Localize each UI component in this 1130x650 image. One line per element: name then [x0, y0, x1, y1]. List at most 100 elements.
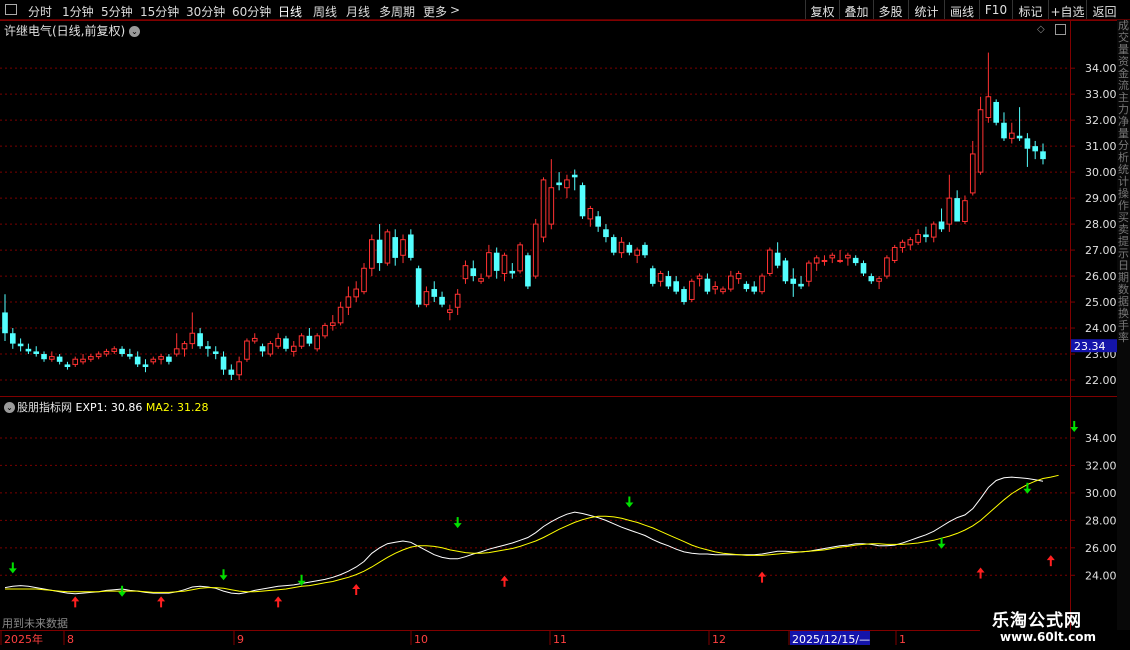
period-tab-10[interactable]: 更多 [423, 3, 447, 20]
candle-up [361, 267, 367, 293]
time-label: 10 [414, 633, 428, 646]
chart-canvas[interactable]: 22.00 23.00 24.00 25.00 26.00 27.00 28.00 29.00… [0, 0, 1130, 650]
candle-up [759, 275, 765, 293]
toolbar-button-1[interactable]: 叠加 [839, 0, 873, 19]
main-ytick-label: 25.00 [1085, 296, 1117, 309]
candle-down [1001, 122, 1007, 139]
main-ytick-label: 28.00 [1085, 218, 1117, 231]
sell-arrow-icon-head [625, 502, 634, 508]
candle-up [915, 233, 921, 243]
indicator-name: 股朋指标网 [17, 401, 72, 414]
time-label: 2025/12/15/— [792, 633, 870, 646]
period-tab-6[interactable]: 日线 [278, 3, 302, 20]
period-tab-8[interactable]: 月线 [346, 3, 370, 20]
candle-up [290, 345, 297, 352]
toolbar-button-6[interactable]: 标记 [1012, 0, 1048, 19]
candle-down [1032, 146, 1039, 152]
main-ytick-label: 24.00 [1085, 322, 1117, 335]
candle-down [259, 346, 266, 352]
main-ytick-label: 31.00 [1085, 140, 1117, 153]
period-tab-3[interactable]: 15分钟 [140, 3, 179, 20]
candle-down [993, 101, 999, 123]
period-tab-7[interactable]: 周线 [313, 3, 337, 20]
candle-up [767, 249, 773, 274]
sell-arrow-icon-head [453, 523, 462, 529]
candle-up [688, 280, 695, 300]
main-ytick-label: 22.00 [1085, 374, 1117, 387]
candle-up [80, 358, 86, 363]
main-panel-title[interactable]: 许继电气(日线,前复权) ⌄ [4, 22, 142, 39]
exp1-value: EXP1: 30.86 [75, 401, 143, 414]
candle-down [860, 263, 867, 274]
sell-arrow-icon-head [1070, 426, 1079, 432]
sell-arrow-icon [937, 537, 946, 549]
candle-up [930, 223, 937, 238]
sell-arrow-icon-head [1023, 488, 1032, 494]
candle-up [454, 293, 461, 308]
toolbar-button-8[interactable]: 返回 [1086, 0, 1122, 19]
candle-down [415, 268, 422, 305]
toolbar-button-7[interactable]: +自选 [1048, 0, 1086, 19]
panel-toggle-icon[interactable] [1055, 24, 1066, 35]
candle-down [649, 268, 656, 284]
candle-down [220, 356, 227, 370]
exp1-line [4, 476, 1044, 595]
chevron-down-icon[interactable]: ⌄ [129, 26, 141, 37]
buy-arrow-icon-head [976, 567, 985, 573]
ma2-value: MA2: 31.28 [145, 401, 209, 414]
candle-down [673, 281, 679, 292]
candle-up [462, 265, 469, 280]
sell-arrow-icon [118, 585, 127, 597]
candle-up [314, 335, 320, 350]
period-tab-2[interactable]: 5分钟 [101, 3, 133, 20]
buy-arrow-icon [1046, 555, 1055, 567]
candle-down [166, 356, 172, 362]
main-ytick-label: 33.00 [1085, 88, 1117, 101]
window-icon[interactable] [5, 4, 17, 15]
candle-down [790, 278, 797, 284]
candle-down [493, 252, 500, 271]
candle-up [103, 350, 110, 355]
toolbar-button-5[interactable]: F10 [979, 0, 1012, 19]
diamond-icon[interactable]: ◇ [1037, 24, 1045, 35]
buy-arrow-icon-head [500, 575, 509, 581]
candle-up [977, 109, 984, 173]
candle-down [64, 364, 71, 368]
buy-arrow-icon [758, 571, 767, 583]
period-tab-9[interactable]: 多周期 [379, 3, 415, 20]
period-tab-4[interactable]: 30分钟 [186, 3, 225, 20]
time-label: 11 [553, 633, 567, 646]
candle-up [88, 356, 94, 360]
indicator-title[interactable]: ⌄ 股朋指标网 EXP1: 30.86 MA2: 31.28 [4, 399, 209, 415]
candle-up [837, 259, 843, 262]
candle-up [486, 252, 492, 277]
buy-arrow-icon-head [1046, 555, 1055, 561]
current-price-tag-bg [1071, 339, 1117, 353]
candle-down [56, 356, 63, 362]
sell-arrow-icon [1023, 482, 1032, 494]
toolbar-button-2[interactable]: 多股 [873, 0, 907, 19]
toolbar-button-4[interactable]: 画线 [944, 0, 979, 19]
candle-up [322, 324, 328, 337]
main-ytick-label: 34.00 [1085, 62, 1117, 75]
period-toolbar: 分时 1分钟 5分钟 15分钟 30分钟 60分钟 日线 周线 月线 多周期 更多 > 复权 叠加 多股 统计… [0, 0, 1130, 20]
more-arrow-icon[interactable]: > [450, 3, 460, 17]
period-tab-5[interactable]: 60分钟 [232, 3, 271, 20]
candle-up [728, 275, 734, 290]
right-side-strip: 成交量资金流主力净量分析统计操作买卖提示日期数据换手率 [1117, 20, 1130, 630]
main-ytick-label: 32.00 [1085, 114, 1117, 127]
candle-down [525, 255, 531, 287]
candle-down [119, 348, 125, 355]
buy-arrow-icon-head [274, 596, 283, 602]
candle-down [439, 296, 445, 305]
candle-up [735, 272, 742, 280]
chevron-down-icon[interactable]: ⌄ [4, 402, 15, 413]
buy-arrow-icon-head [71, 596, 80, 602]
toolbar-button-0[interactable]: 复权 [805, 0, 839, 19]
candle-down [408, 234, 414, 258]
period-tab-0[interactable]: 分时 [28, 3, 52, 20]
period-tab-1[interactable]: 1分钟 [62, 3, 94, 20]
sub-ytick-label: 28.00 [1085, 514, 1117, 527]
candle-up [884, 257, 890, 277]
toolbar-button-3[interactable]: 统计 [908, 0, 944, 19]
